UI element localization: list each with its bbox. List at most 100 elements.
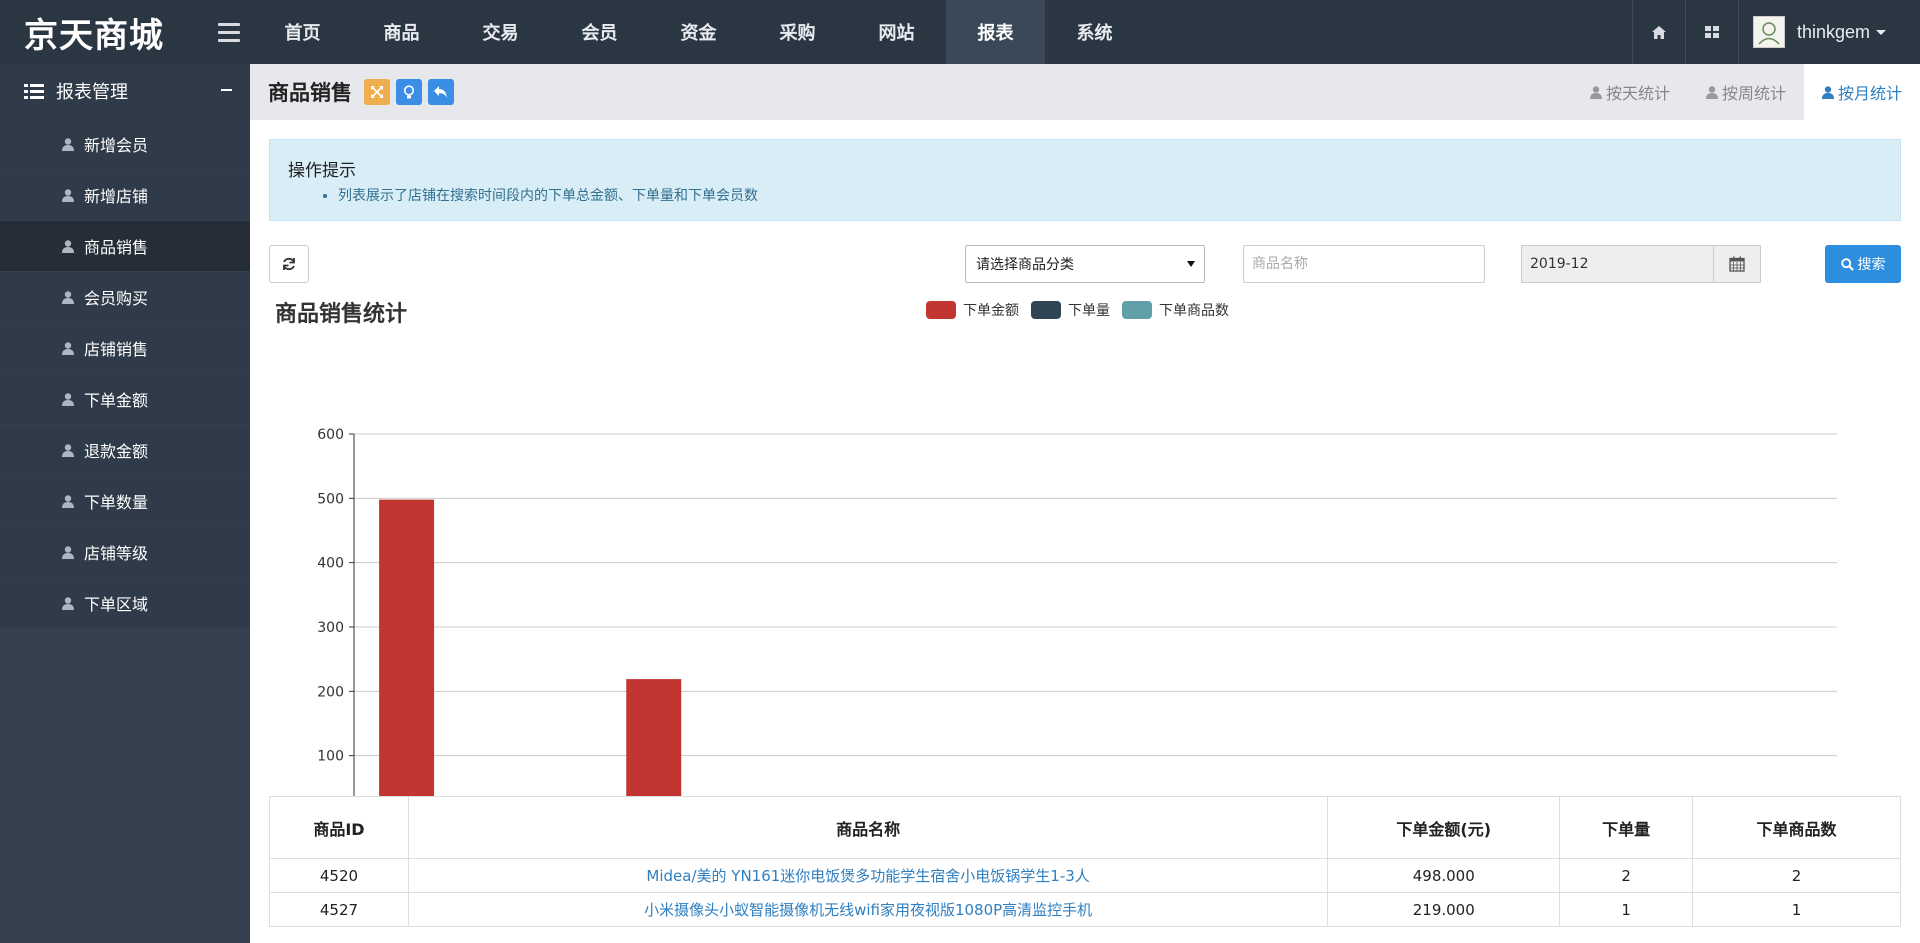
sidebar-item-member-purchase[interactable]: 会员购买 (0, 272, 250, 323)
back-button[interactable] (428, 79, 454, 105)
tip-button[interactable] (396, 79, 422, 105)
tab-daily[interactable]: 按天统计 (1572, 64, 1688, 120)
y-tick-label: 600 (317, 427, 344, 443)
menu-toggle-icon[interactable] (205, 0, 253, 64)
refresh-icon (283, 257, 295, 271)
y-tick-label: 300 (317, 620, 344, 636)
user-icon (62, 494, 74, 508)
nav-item-purchase[interactable]: 采购 (748, 0, 847, 64)
column-header-qty[interactable]: 下单量 (1559, 796, 1694, 859)
nav-item-system[interactable]: 系统 (1045, 0, 1144, 64)
nav-item-trade[interactable]: 交易 (451, 0, 550, 64)
search-button-label: 搜索 (1857, 257, 1886, 273)
category-select[interactable]: 请选择商品分类 (965, 245, 1205, 283)
cell-id: 4520 (269, 858, 409, 893)
stat-tabs: 按天统计 按周统计 按月统计 (1572, 64, 1920, 120)
sidebar-header[interactable]: 报表管理 (0, 64, 250, 119)
sidebar-item-store-sales[interactable]: 店铺销售 (0, 323, 250, 374)
cell-count: 1 (1692, 892, 1901, 927)
tab-weekly[interactable]: 按周统计 (1688, 64, 1804, 120)
sidebar-item-order-amount[interactable]: 下单金额 (0, 374, 250, 425)
sidebar-item-label: 下单区域 (84, 595, 149, 614)
nav-item-member[interactable]: 会员 (550, 0, 649, 64)
column-header-amount[interactable]: 下单金额(元) (1327, 796, 1561, 859)
notice-item: 列表展示了店铺在搜索时间段内的下单总金额、下单量和下单会员数 (338, 185, 1882, 205)
cell-amount: 498.000 (1327, 858, 1561, 893)
sidebar: 报表管理 新增会员 新增店铺 商品销售 会员购买 店铺销售 下单金额 退款金额 … (0, 64, 250, 943)
date-input[interactable]: 2019-12 (1521, 245, 1714, 283)
grid-icon (1704, 26, 1719, 38)
search-button[interactable]: 搜索 (1825, 245, 1901, 283)
tab-label: 按月统计 (1837, 84, 1902, 103)
notice-list: 列表展示了店铺在搜索时间段内的下单总金额、下单量和下单会员数 (288, 185, 1882, 205)
tab-label: 按周统计 (1721, 84, 1786, 103)
bar (379, 499, 435, 820)
tab-monthly[interactable]: 按月统计 (1803, 64, 1920, 120)
nav-item-home[interactable]: 首页 (253, 0, 352, 64)
column-header-id[interactable]: 商品ID (269, 796, 409, 859)
main-content: 商品销售 按天统计 按周统计 按月统计 操作提示 • 列表展示了店铺在搜索时间段… (250, 64, 1920, 943)
cell-amount: 219.000 (1327, 892, 1561, 927)
cell-name: Midea/美的 YN161迷你电饭煲多功能学生宿舍小电饭锅学生1-3人 (407, 858, 1329, 893)
nav-item-report[interactable]: 报表 (946, 0, 1045, 64)
page-title: 商品销售 (268, 81, 352, 105)
sidebar-item-goods-sales[interactable]: 商品销售 (0, 221, 250, 272)
list-icon (24, 83, 44, 99)
sidebar-item-store-level[interactable]: 店铺等级 (0, 527, 250, 578)
user-icon (1821, 85, 1834, 99)
goods-name-input[interactable] (1243, 245, 1485, 283)
tab-label: 按天统计 (1605, 84, 1670, 103)
user-menu[interactable]: thinkgem (1737, 0, 1920, 64)
notice-title: 操作提示 (288, 161, 356, 181)
sidebar-item-label: 下单金额 (84, 391, 149, 410)
fullscreen-button[interactable] (364, 79, 390, 105)
caret-down-icon (1876, 29, 1886, 35)
user-icon (1589, 85, 1602, 99)
username: thinkgem (1796, 21, 1870, 42)
y-tick-label: 200 (317, 684, 344, 700)
sidebar-item-order-count[interactable]: 下单数量 (0, 476, 250, 527)
goods-name-link[interactable]: Midea/美的 YN161迷你电饭煲多功能学生宿舍小电饭锅学生1-3人 (646, 867, 1089, 885)
nav-item-goods[interactable]: 商品 (352, 0, 451, 64)
user-icon (62, 290, 74, 304)
refresh-button[interactable] (269, 245, 309, 283)
column-header-count[interactable]: 下单商品数 (1692, 796, 1901, 859)
sidebar-item-new-member[interactable]: 新增会员 (0, 119, 250, 170)
sales-table-wrap: 商品ID 商品名称 下单金额(元) 下单量 下单商品数 4520 Midea/美… (269, 796, 1901, 943)
sidebar-item-label: 店铺等级 (84, 544, 149, 563)
cell-count: 2 (1692, 858, 1901, 893)
top-right-tools: thinkgem (1631, 0, 1920, 64)
user-icon (62, 341, 74, 355)
top-bar: 京天商城 首页 商品 交易 会员 资金 采购 网站 报表 系统 thinkgem (0, 0, 1920, 64)
goods-name-link[interactable]: 小米摄像头小蚁智能摄像机无线wifi家用夜视版1080P高清监控手机 (644, 901, 1092, 919)
logo[interactable]: 京天商城 (0, 0, 205, 64)
search-icon (1840, 257, 1854, 271)
sidebar-item-label: 店铺销售 (84, 340, 149, 359)
sidebar-item-order-region[interactable]: 下单区域 (0, 578, 250, 629)
sidebar-item-new-store[interactable]: 新增店铺 (0, 170, 250, 221)
y-tick-label: 400 (317, 556, 344, 572)
user-icon (62, 392, 74, 406)
sidebar-item-label: 退款金额 (84, 442, 149, 461)
cell-name: 小米摄像头小蚁智能摄像机无线wifi家用夜视版1080P高清监控手机 (407, 892, 1329, 927)
collapse-icon[interactable] (221, 89, 232, 91)
lightbulb-icon (403, 84, 415, 98)
sidebar-item-label: 下单数量 (84, 493, 149, 512)
chart-plot: 0100200300400500600452045274617461446013… (317, 427, 1900, 844)
column-header-name[interactable]: 商品名称 (407, 796, 1329, 859)
main-nav: 首页 商品 交易 会员 资金 采购 网站 报表 系统 (253, 0, 1144, 64)
home-icon (1651, 25, 1666, 39)
category-select-value: 请选择商品分类 (976, 257, 1074, 273)
nav-item-fund[interactable]: 资金 (649, 0, 748, 64)
sidebar-item-label: 商品销售 (84, 238, 149, 257)
cell-qty: 2 (1559, 858, 1694, 893)
home-button[interactable] (1631, 0, 1685, 64)
nav-item-website[interactable]: 网站 (847, 0, 946, 64)
user-icon (1705, 85, 1718, 99)
table-row: 4527 小米摄像头小蚁智能摄像机无线wifi家用夜视版1080P高清监控手机 … (269, 892, 1901, 927)
sidebar-item-refund-amount[interactable]: 退款金额 (0, 425, 250, 476)
user-icon (62, 239, 74, 253)
calendar-button[interactable] (1714, 245, 1761, 283)
apps-button[interactable] (1684, 0, 1738, 64)
date-picker: 2019-12 (1521, 245, 1761, 283)
